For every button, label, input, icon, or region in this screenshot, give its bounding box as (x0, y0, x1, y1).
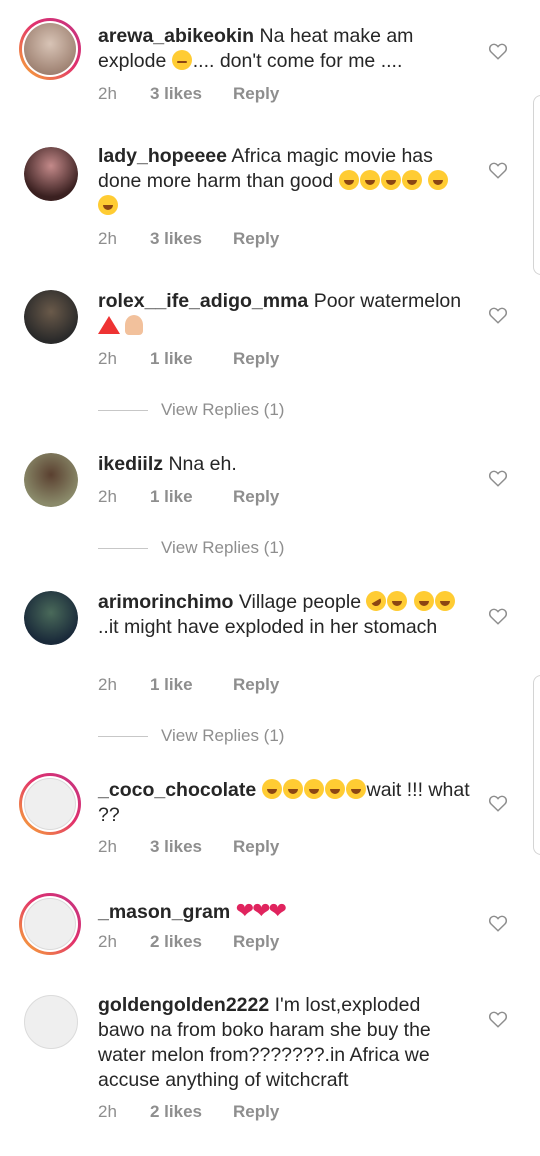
reply-button[interactable]: Reply (233, 932, 279, 952)
avatar[interactable] (24, 995, 78, 1049)
comment-meta: 2h 1 like Reply (98, 675, 279, 695)
laughing-emoji-icon (98, 195, 118, 215)
heart-icon[interactable] (488, 607, 508, 625)
view-replies-label: View Replies (1) (161, 400, 285, 419)
laughing-emoji-icon (387, 591, 408, 611)
view-replies-link[interactable]: View Replies (1) (98, 726, 284, 746)
avatar[interactable] (24, 453, 78, 507)
scroll-indicator[interactable] (533, 675, 540, 855)
comment-username[interactable]: ikediilz (98, 453, 163, 475)
laughing-emoji-icon (434, 591, 455, 611)
avatar[interactable] (24, 147, 78, 201)
comment-time: 2h (98, 84, 117, 103)
comment-time: 2h (98, 487, 117, 506)
comment-username[interactable]: _mason_gram (98, 901, 230, 923)
comment-likes[interactable]: 3 likes (150, 229, 233, 249)
reply-button[interactable]: Reply (233, 1102, 279, 1122)
view-replies-label: View Replies (1) (161, 538, 285, 557)
comment-username[interactable]: arewa_abikeokin (98, 25, 254, 47)
heart-icon[interactable] (488, 469, 508, 487)
comment-likes[interactable]: 3 likes (150, 84, 233, 104)
laughing-emoji-icon (282, 779, 303, 799)
reply-button[interactable]: Reply (233, 675, 279, 695)
heart-icon[interactable] (488, 1010, 508, 1028)
comment-time: 2h (98, 837, 117, 856)
person-facepalm-emoji-icon (125, 315, 144, 335)
laughing-emoji-icon (345, 779, 366, 799)
comment-time: 2h (98, 675, 117, 694)
heart-emoji-icon: ❤❤❤ (235, 898, 287, 923)
comment-body-continued: .... don't come for me .... (192, 50, 403, 72)
comment-time: 2h (98, 349, 117, 368)
comment-username[interactable]: _coco_chocolate (98, 779, 256, 801)
comment-meta: 2h 1 like Reply (98, 349, 279, 369)
comment-meta: 2h 1 like Reply (98, 487, 279, 507)
avatar[interactable] (24, 591, 78, 645)
comment-likes[interactable]: 2 likes (150, 1102, 233, 1122)
laughing-emoji-icon (324, 779, 345, 799)
heart-icon[interactable] (488, 794, 508, 812)
comment-text: arimorinchimo Village people ..it might … (98, 587, 470, 640)
laughing-emoji-icon (261, 779, 282, 799)
laughing-emoji-icon (303, 779, 324, 799)
comment-likes[interactable]: 3 likes (150, 837, 233, 857)
laughing-emoji-icon (413, 591, 434, 611)
comment-likes[interactable]: 1 like (150, 675, 233, 695)
heart-icon[interactable] (488, 42, 508, 60)
laughing-emoji-icon (338, 170, 359, 190)
comment-time: 2h (98, 229, 117, 248)
rolling-laughing-emoji-icon (362, 587, 391, 615)
avatar[interactable] (19, 18, 81, 80)
avatar[interactable] (19, 893, 81, 955)
reply-button[interactable]: Reply (233, 837, 279, 857)
comment-text: lady_hopeeee Africa magic movie has done… (98, 144, 470, 219)
comment-body: Poor watermelon (313, 290, 462, 312)
reply-button[interactable]: Reply (233, 84, 279, 104)
comment-meta: 2h 3 likes Reply (98, 229, 279, 249)
scroll-indicator[interactable] (533, 95, 540, 275)
comment-username[interactable]: lady_hopeeee (98, 145, 227, 167)
comment-meta: 2h 3 likes Reply (98, 84, 279, 104)
comment-meta: 2h 2 likes Reply (98, 1102, 279, 1122)
sad-face-emoji-icon (171, 50, 192, 70)
view-replies-label: View Replies (1) (161, 726, 285, 745)
laughing-emoji-icon (380, 170, 401, 190)
comment-meta: 2h 2 likes Reply (98, 932, 279, 952)
heart-icon[interactable] (488, 306, 508, 324)
comment-likes[interactable]: 1 like (150, 487, 233, 507)
comment-text: rolex__ife_adigo_mma Poor watermelon (98, 289, 470, 339)
comment-time: 2h (98, 1102, 117, 1121)
reply-button[interactable]: Reply (233, 349, 279, 369)
reply-button[interactable]: Reply (233, 229, 279, 249)
comment-text: arewa_abikeokin Na heat make am explode … (98, 24, 470, 74)
comment-body: Nna eh. (168, 453, 237, 475)
comment-likes[interactable]: 2 likes (150, 932, 233, 952)
divider (98, 736, 148, 738)
divider (98, 548, 148, 550)
laughing-emoji-icon (428, 170, 449, 190)
comment-text: _mason_gram ❤❤❤ (98, 898, 470, 925)
laughing-emoji-icon (359, 170, 380, 190)
comment-username[interactable]: rolex__ife_adigo_mma (98, 290, 308, 312)
comment-meta: 2h 3 likes Reply (98, 837, 279, 857)
comment-time: 2h (98, 932, 117, 951)
divider (98, 410, 148, 412)
comment-body: Village people (238, 591, 362, 613)
watermelon-emoji-icon (98, 316, 120, 334)
heart-icon[interactable] (488, 161, 508, 179)
comment-text: goldengolden2222 I'm lost,exploded bawo … (98, 993, 470, 1093)
comment-text: _coco_chocolate wait !!! what ?? (98, 778, 470, 828)
laughing-emoji-icon (401, 170, 422, 190)
comment-username[interactable]: arimorinchimo (98, 591, 233, 613)
comment-likes[interactable]: 1 like (150, 349, 233, 369)
comment-username[interactable]: goldengolden2222 (98, 994, 269, 1016)
reply-button[interactable]: Reply (233, 487, 279, 507)
heart-icon[interactable] (488, 914, 508, 932)
comment-text: ikediilz Nna eh. (98, 452, 470, 477)
avatar[interactable] (19, 773, 81, 835)
avatar[interactable] (24, 290, 78, 344)
view-replies-link[interactable]: View Replies (1) (98, 538, 284, 558)
view-replies-link[interactable]: View Replies (1) (98, 400, 284, 420)
comment-body-continued: ..it might have exploded in her stomach (98, 616, 438, 638)
